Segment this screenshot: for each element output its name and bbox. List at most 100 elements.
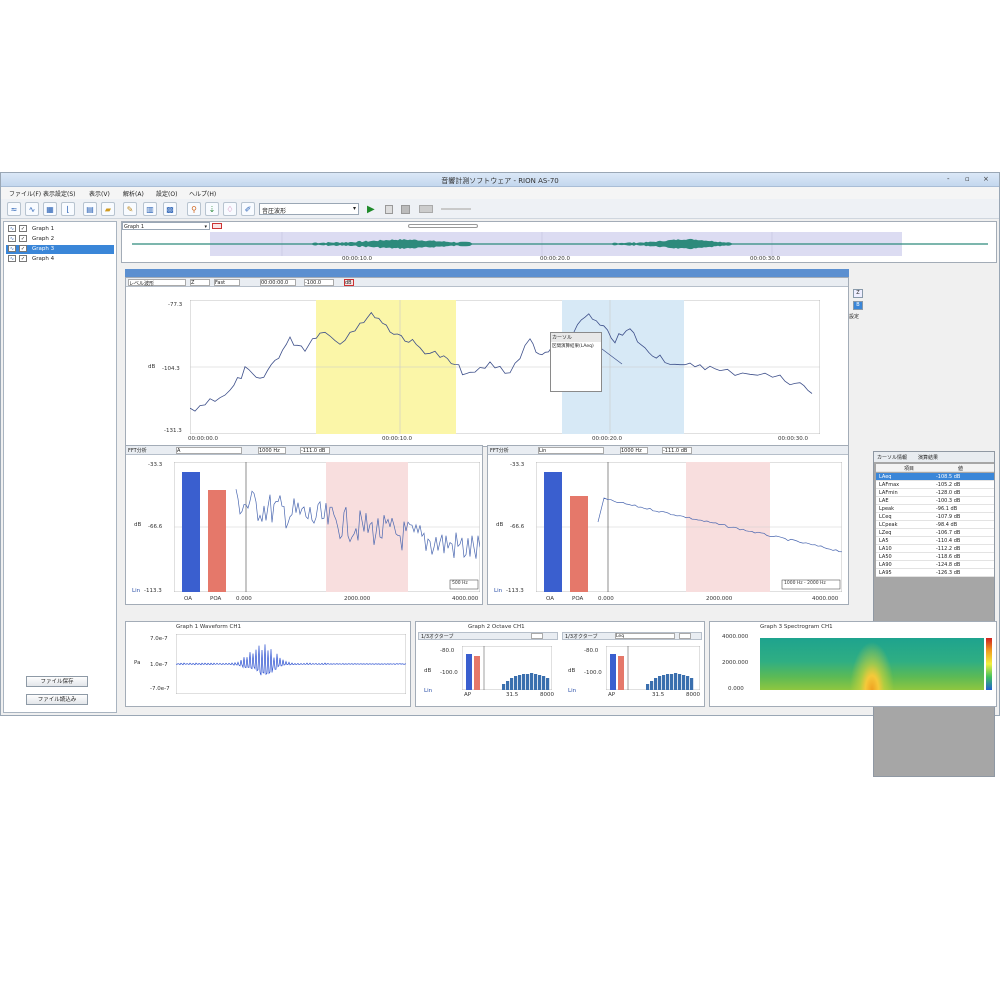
- table-row[interactable]: LCeq -107.9 dB: [876, 513, 994, 521]
- octave-band-bar[interactable]: [650, 681, 654, 690]
- table-row[interactable]: LAeq -108.5 dB: [876, 473, 994, 481]
- oa-bar[interactable]: [610, 654, 616, 690]
- scale-label[interactable]: Lin: [132, 588, 140, 594]
- weighting-combo[interactable]: Lin: [538, 447, 604, 454]
- fft-chart-left[interactable]: [174, 462, 480, 592]
- list-item[interactable]: ∿ ✓ Graph 3: [6, 245, 114, 254]
- menu-help[interactable]: ヘルプ(H): [189, 189, 216, 198]
- minimize-button[interactable]: -: [947, 175, 950, 183]
- weighting-combo[interactable]: A: [176, 447, 242, 454]
- level-field[interactable]: -111.0 dB: [300, 447, 330, 454]
- volume-slider[interactable]: [441, 208, 471, 210]
- spectrum-icon[interactable]: ▩: [163, 202, 177, 216]
- display-combo[interactable]: 音圧波形 ▾: [259, 203, 359, 215]
- octave-band-bar[interactable]: [510, 678, 514, 690]
- restore-button[interactable]: ▫: [965, 175, 970, 183]
- tab-results[interactable]: 演算結果: [918, 454, 938, 461]
- table-row[interactable]: Lpeak -96.1 dB: [876, 505, 994, 513]
- marker-red-icon[interactable]: [212, 223, 222, 229]
- combo-button[interactable]: [679, 633, 691, 639]
- freq-field[interactable]: 1000 Hz: [258, 447, 286, 454]
- checkbox-icon[interactable]: ✓: [19, 245, 27, 252]
- octave-band-bar[interactable]: [662, 675, 666, 690]
- octave-band-bar[interactable]: [666, 674, 670, 690]
- octave-band-bar[interactable]: [674, 673, 678, 690]
- octave-band-bar[interactable]: [526, 674, 530, 690]
- marker-icon[interactable]: ⚲: [187, 202, 201, 216]
- level-chart[interactable]: [190, 300, 820, 434]
- table-row[interactable]: LAFmax -105.2 dB: [876, 481, 994, 489]
- octave-chart-left[interactable]: [462, 646, 552, 690]
- close-button[interactable]: ×: [983, 175, 989, 183]
- level-field[interactable]: -111.0 dB: [662, 447, 692, 454]
- band-button[interactable]: B: [853, 301, 863, 310]
- marker2-icon[interactable]: ⇣: [205, 202, 219, 216]
- list-item[interactable]: ∿ ✓ Graph 2: [6, 235, 114, 244]
- octave-combo[interactable]: Leq: [615, 633, 675, 639]
- oa-bar[interactable]: [182, 472, 200, 592]
- waveform-chart[interactable]: [176, 634, 406, 694]
- table-row[interactable]: LAE -100.3 dB: [876, 497, 994, 505]
- menu-settings[interactable]: 設定(O): [156, 189, 177, 198]
- list-item[interactable]: ∿ ✓ Graph 1: [6, 225, 114, 234]
- stop-icon[interactable]: [401, 205, 410, 214]
- time-weighting-combo[interactable]: Fast: [214, 279, 240, 286]
- table-row[interactable]: LA5 -110.4 dB: [876, 537, 994, 545]
- octave-band-bar[interactable]: [670, 674, 674, 690]
- cursor-level-field[interactable]: -100.0: [304, 279, 334, 286]
- menu-display-settings[interactable]: 表示設定(S): [43, 189, 76, 198]
- menu-view[interactable]: 表示(V): [89, 189, 110, 198]
- oa-bar[interactable]: [544, 472, 562, 592]
- settings-button[interactable]: 設定: [849, 313, 869, 322]
- octave-band-bar[interactable]: [518, 675, 522, 690]
- file-load-button[interactable]: ファイル読込み: [26, 694, 88, 705]
- bar-chart-icon[interactable]: ▥: [143, 202, 157, 216]
- tab-cursor[interactable]: カーソル情報: [877, 454, 907, 461]
- pause-icon[interactable]: [385, 205, 393, 214]
- octave-band-bar[interactable]: [534, 674, 538, 690]
- scale-label[interactable]: Lin: [568, 688, 576, 694]
- octave-band-bar[interactable]: [530, 673, 534, 690]
- octave-band-bar[interactable]: [514, 676, 518, 690]
- folder-icon[interactable]: ▰: [101, 202, 115, 216]
- zoom-button[interactable]: Z: [853, 289, 863, 298]
- checkbox-icon[interactable]: ✓: [19, 235, 27, 242]
- scale-label[interactable]: Lin: [424, 688, 432, 694]
- play-icon[interactable]: ▶: [367, 204, 375, 215]
- folder-open-icon[interactable]: ▤: [83, 202, 97, 216]
- table-row[interactable]: LA90 -124.8 dB: [876, 561, 994, 569]
- table-row[interactable]: LA50 -118.6 dB: [876, 553, 994, 561]
- spectrogram-image[interactable]: [760, 638, 984, 690]
- octave-band-bar[interactable]: [522, 674, 526, 690]
- record-icon[interactable]: [419, 205, 433, 213]
- cursor-time-field[interactable]: 00:00:00.0: [260, 279, 296, 286]
- chart-icon[interactable]: ▦: [43, 202, 57, 216]
- octave-band-bar[interactable]: [658, 676, 662, 690]
- octave-band-bar[interactable]: [542, 676, 546, 690]
- octave-band-bar[interactable]: [646, 684, 650, 690]
- table-row[interactable]: LCpeak -98.4 dB: [876, 521, 994, 529]
- wave-icon[interactable]: ≈: [7, 202, 21, 216]
- table-row[interactable]: LA95 -126.3 dB: [876, 569, 994, 577]
- table-row[interactable]: LZeq -106.7 dB: [876, 529, 994, 537]
- menu-analysis[interactable]: 解析(A): [123, 189, 144, 198]
- oa-bar[interactable]: [466, 654, 472, 690]
- octave-band-bar[interactable]: [678, 674, 682, 690]
- graph-icon[interactable]: ⌊: [61, 202, 75, 216]
- weighting-combo[interactable]: Z: [190, 279, 210, 286]
- table-row[interactable]: LA10 -112.2 dB: [876, 545, 994, 553]
- freq-field[interactable]: 1000 Hz: [620, 447, 648, 454]
- octave-band-bar[interactable]: [686, 676, 690, 690]
- poa-bar[interactable]: [208, 490, 226, 592]
- octave-band-bar[interactable]: [654, 678, 658, 690]
- combo-button[interactable]: [531, 633, 543, 639]
- octave-band-bar[interactable]: [506, 681, 510, 690]
- overview-waveform[interactable]: [132, 232, 988, 256]
- table-row[interactable]: LAFmin -128.0 dB: [876, 489, 994, 497]
- octave-band-bar[interactable]: [502, 684, 506, 690]
- octave-band-bar[interactable]: [682, 675, 686, 690]
- file-save-button[interactable]: ファイル保存: [26, 676, 88, 687]
- graph-type-combo[interactable]: レベル波形: [128, 279, 186, 287]
- overview-combo[interactable]: Graph 1 ▾: [122, 222, 210, 230]
- edit-icon[interactable]: ✐: [241, 202, 255, 216]
